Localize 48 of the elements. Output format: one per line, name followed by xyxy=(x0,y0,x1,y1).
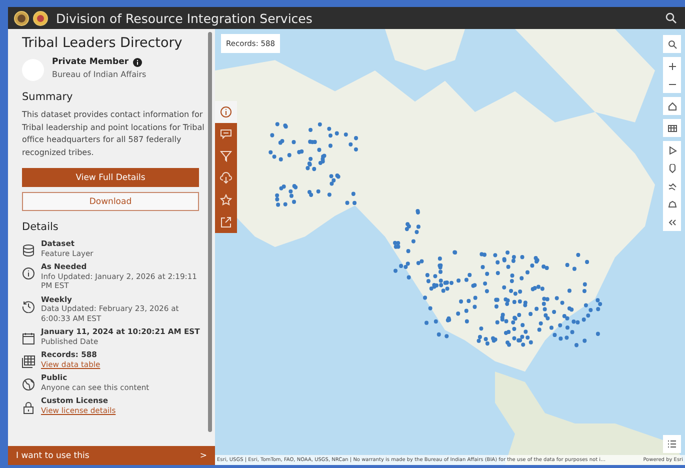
download-icon xyxy=(220,172,232,184)
lock-icon xyxy=(22,401,35,414)
owner-name: Private Member xyxy=(52,57,129,67)
seal-icon xyxy=(14,10,29,26)
home-button[interactable] xyxy=(663,97,681,115)
legend-button[interactable] xyxy=(663,435,681,453)
info-icon[interactable] xyxy=(132,58,142,66)
section-heading: Summary xyxy=(22,91,74,103)
measure-button[interactable] xyxy=(663,141,681,159)
search-icon xyxy=(668,40,676,48)
home-icon xyxy=(668,102,676,110)
sketch-icon xyxy=(668,182,676,190)
filter-icon xyxy=(220,150,232,162)
section-heading: Details xyxy=(22,221,60,233)
info-icon xyxy=(22,267,35,280)
comment-tab[interactable] xyxy=(215,123,237,145)
star-icon xyxy=(220,194,232,206)
share-icon xyxy=(220,216,232,228)
item-title: Tribal Leaders Directory xyxy=(22,35,184,51)
owner-org: Bureau of Indian Affairs xyxy=(52,70,146,79)
view-details-button[interactable]: View Full Details xyxy=(22,168,199,187)
app-title: Division of Resource Integration Services xyxy=(56,10,314,26)
summary-text: This dataset provides contact information for Tribal leadership and point locations for Tribal office headquarters for all 587 federally recognized tribes. xyxy=(22,109,205,159)
basemap-button[interactable] xyxy=(663,119,681,137)
globe-icon xyxy=(22,378,35,391)
search-button[interactable] xyxy=(663,35,681,53)
seal-icon xyxy=(33,10,48,26)
triangle-icon xyxy=(668,146,676,154)
double-chevron-icon xyxy=(668,218,676,226)
table-icon xyxy=(22,355,35,368)
zoom-out-button[interactable] xyxy=(663,75,681,93)
calendar-icon xyxy=(22,332,35,345)
comment-icon xyxy=(220,128,232,140)
database-icon xyxy=(22,244,35,257)
use-this-button[interactable]: I want to use this > xyxy=(8,446,215,465)
list-icon xyxy=(667,439,677,449)
download-button[interactable]: Download xyxy=(22,192,199,211)
info-icon xyxy=(220,106,232,118)
plus-icon xyxy=(668,62,676,70)
dome-icon xyxy=(668,200,676,208)
share-tab[interactable] xyxy=(215,211,237,233)
collapse-button[interactable] xyxy=(663,213,681,231)
pin-icon xyxy=(668,164,676,172)
history-icon xyxy=(22,300,35,312)
info-tab[interactable] xyxy=(215,101,237,123)
grid-icon xyxy=(668,124,676,132)
search-icon[interactable] xyxy=(665,12,677,24)
zoom-in-button[interactable] xyxy=(663,57,681,75)
